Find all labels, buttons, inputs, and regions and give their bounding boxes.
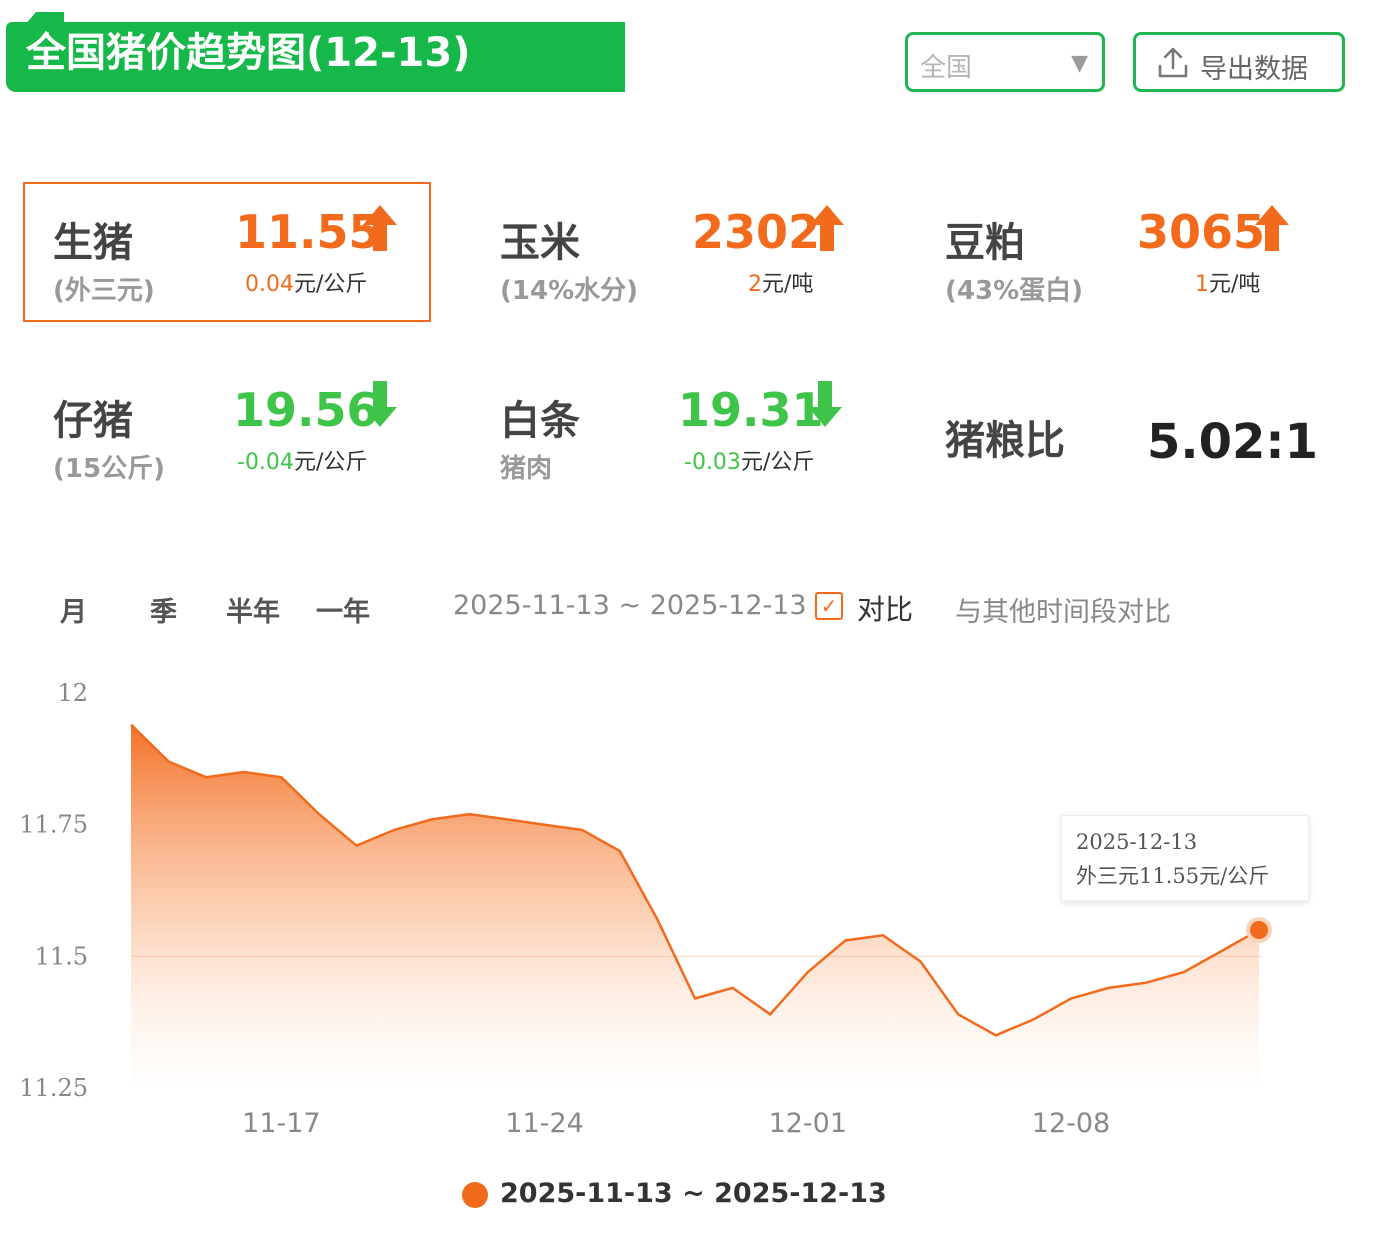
tab-month[interactable]: 月 xyxy=(60,590,87,629)
metric-carcass-delta: -0.03元/公斤 xyxy=(684,444,814,476)
chart-tooltip: 2025-12-13 外三元11.55元/公斤 xyxy=(1061,815,1309,901)
metric-soymeal-value: 3065 xyxy=(1137,205,1266,259)
title-tab-notch xyxy=(24,12,64,26)
chevron-down-icon: ▼ xyxy=(1071,51,1088,76)
metric-hog-name: 生猪 xyxy=(53,220,133,266)
metric-piglet-value: 19.56 xyxy=(233,383,379,437)
metric-hog[interactable]: 生猪 (外三元) 11.55 0.04元/公斤 xyxy=(53,205,423,310)
arrow-down-icon xyxy=(363,381,397,427)
metric-hog-value: 11.55 xyxy=(235,205,381,259)
metric-soymeal-unit: 元/吨 xyxy=(1209,272,1261,297)
metric-hog-delta-value: 0.04 xyxy=(245,272,294,297)
x-tick-label: 11-17 xyxy=(242,1108,320,1139)
y-tick-label: 11.25 xyxy=(19,1074,88,1102)
metric-carcass-sub: 猪肉 xyxy=(500,454,553,484)
series-area xyxy=(131,724,1259,1088)
y-tick-label: 12 xyxy=(57,679,88,707)
tab-one-year[interactable]: 一年 xyxy=(316,590,370,629)
metric-carcass[interactable]: 白条 猪肉 19.31 -0.03元/公斤 xyxy=(500,381,870,488)
y-tick-label: 11.5 xyxy=(35,942,88,970)
metric-ratio-value: 5.02:1 xyxy=(1147,414,1319,470)
arrow-up-icon xyxy=(810,205,844,251)
metric-piglet-name: 仔猪 xyxy=(53,398,133,444)
metric-ratio-name: 猪粮比 xyxy=(945,418,1065,464)
metric-hog-unit: 元/公斤 xyxy=(293,272,368,297)
upload-icon xyxy=(1158,47,1188,78)
region-select[interactable]: 全国 ▼ xyxy=(905,32,1105,92)
highlight-data-point[interactable] xyxy=(1246,917,1272,943)
metric-soymeal-delta-value: 1 xyxy=(1195,272,1209,297)
metric-carcass-unit: 元/公斤 xyxy=(740,450,815,475)
metric-carcass-name: 白条 xyxy=(500,398,580,444)
tooltip-date: 2025-12-13 xyxy=(1076,830,1198,854)
metric-corn[interactable]: 玉米 (14%水分) 2302 2元/吨 xyxy=(500,205,870,310)
date-range-picker[interactable]: 2025-11-13 ~ 2025-12-13 xyxy=(453,590,807,621)
metric-corn-delta: 2元/吨 xyxy=(748,266,813,298)
metric-corn-value: 2302 xyxy=(692,205,821,259)
metric-corn-name: 玉米 xyxy=(500,220,580,266)
compare-period-link[interactable]: 与其他时间段对比 xyxy=(955,590,1171,629)
metric-piglet-unit: 元/公斤 xyxy=(293,450,368,475)
arrow-up-icon xyxy=(1255,205,1289,251)
arrow-down-icon xyxy=(808,381,842,427)
tab-half-year[interactable]: 半年 xyxy=(226,590,280,629)
metric-piglet-delta-value: -0.04 xyxy=(237,450,294,475)
compare-checkbox[interactable]: ✓ xyxy=(815,592,843,620)
metric-piglet-sub: (15公斤) xyxy=(53,454,165,484)
metric-piglet-delta: -0.04元/公斤 xyxy=(237,444,367,476)
metric-soymeal-delta: 1元/吨 xyxy=(1195,266,1260,298)
region-select-value: 全国 xyxy=(920,53,973,83)
metric-hog-sub: (外三元) xyxy=(53,276,155,306)
tooltip-text: 外三元11.55元/公斤 xyxy=(1076,864,1270,888)
x-tick-label: 11-24 xyxy=(505,1108,583,1139)
tab-quarter[interactable]: 季 xyxy=(150,590,177,629)
arrow-up-icon xyxy=(363,205,397,251)
x-tick-label: 12-01 xyxy=(769,1108,847,1139)
metric-carcass-delta-value: -0.03 xyxy=(684,450,741,475)
page-title: 全国猪价趋势图(12-13) xyxy=(26,30,471,76)
metric-corn-delta-value: 2 xyxy=(748,272,762,297)
export-data-button[interactable]: 导出数据 xyxy=(1133,32,1345,92)
metric-carcass-value: 19.31 xyxy=(678,383,824,437)
metric-soymeal-name: 豆粕 xyxy=(945,220,1025,266)
x-tick-label: 12-08 xyxy=(1032,1108,1110,1139)
price-trend-chart: 12 11.75 11.5 11.25 11-17 11-24 12-01 12-08 xyxy=(19,679,1272,1139)
metric-piglet[interactable]: 仔猪 (15公斤) 19.56 -0.04元/公斤 xyxy=(53,381,423,488)
metric-soymeal[interactable]: 豆粕 (43%蛋白) 3065 1元/吨 xyxy=(945,205,1315,310)
metric-corn-sub: (14%水分) xyxy=(500,276,638,306)
y-tick-label: 11.75 xyxy=(19,811,88,839)
metric-hog-delta: 0.04元/公斤 xyxy=(245,266,367,298)
title-banner: 全国猪价趋势图(12-13) xyxy=(6,12,625,92)
export-data-label: 导出数据 xyxy=(1200,54,1308,85)
checkmark-icon: ✓ xyxy=(820,594,838,618)
metric-hog-grain-ratio[interactable]: 猪粮比 xyxy=(945,408,1145,468)
compare-label: 对比 xyxy=(857,593,914,626)
metric-soymeal-sub: (43%蛋白) xyxy=(945,276,1083,306)
legend-label: 2025-11-13 ~ 2025-12-13 xyxy=(500,1178,887,1209)
legend-dot-icon xyxy=(462,1182,488,1208)
metric-corn-unit: 元/吨 xyxy=(762,272,814,297)
